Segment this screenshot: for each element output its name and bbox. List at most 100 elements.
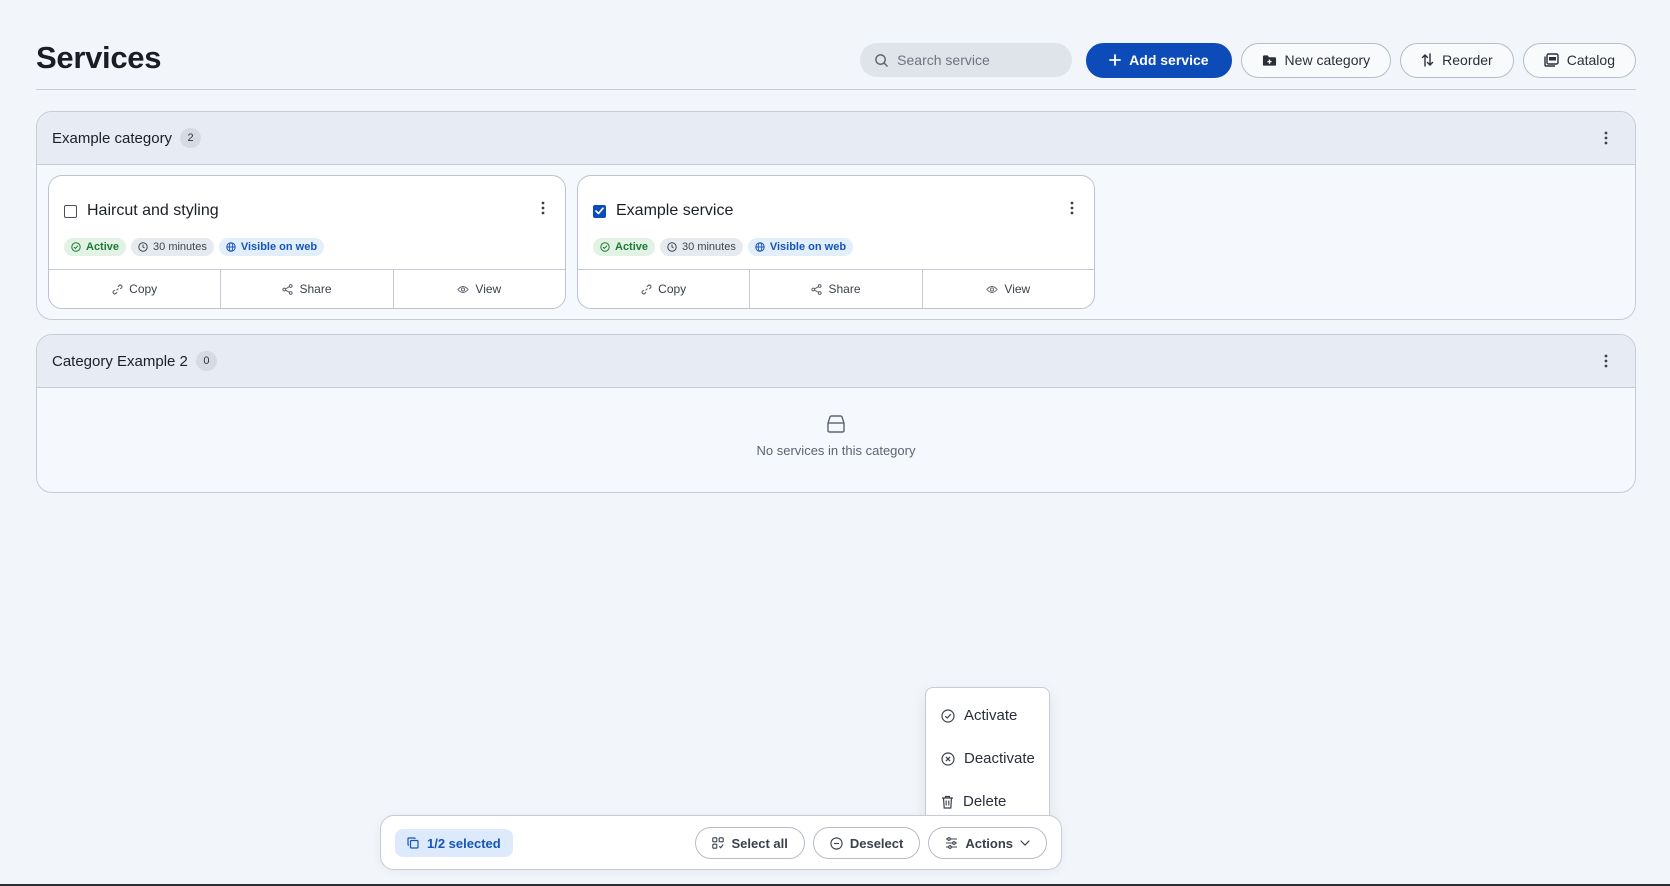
service-card-actions: Copy Share View (49, 269, 565, 308)
status-badge-label: Active (86, 241, 120, 253)
category-header: Example category 2 (37, 112, 1635, 165)
sliders-icon (945, 837, 958, 849)
reorder-button[interactable]: Reorder (1400, 42, 1514, 78)
copy-button[interactable]: Copy (578, 270, 751, 308)
search-icon (874, 53, 889, 68)
service-badges: Active 30 minutes Visible on web (64, 238, 325, 256)
service-checkbox[interactable] (64, 204, 77, 218)
empty-state-text: No services in this category (756, 443, 916, 458)
view-button[interactable]: View (394, 270, 565, 308)
new-category-label: New category (1284, 52, 1371, 68)
category-more-icon[interactable] (1599, 351, 1613, 371)
category-count-badge: 2 (180, 128, 202, 148)
check-circle-icon (71, 242, 81, 252)
menu-item-label: Activate (964, 707, 1018, 724)
select-all-icon (712, 837, 725, 849)
trash-icon (941, 795, 954, 809)
page-header: Services Add service New category Reorde… (36, 0, 1636, 90)
new-category-button[interactable]: New category (1240, 42, 1392, 78)
catalog-button[interactable]: Catalog (1522, 42, 1636, 78)
selection-count-label: 1/2 selected (427, 835, 501, 851)
category-count-badge: 0 (195, 351, 217, 371)
actions-menu: Activate Deactivate Delete (925, 687, 1050, 826)
service-more-icon[interactable] (541, 201, 545, 215)
service-card: Haircut and styling Active 30 minutes Vi… (48, 175, 566, 309)
catalog-pdf-icon (1544, 53, 1559, 67)
category-header: Category Example 2 0 (37, 335, 1635, 388)
link-icon (641, 283, 652, 295)
service-checkbox-checked[interactable] (593, 204, 606, 218)
copy-icon (407, 837, 419, 849)
plus-icon (1109, 54, 1122, 66)
duration-badge: 30 minutes (660, 238, 743, 256)
status-badge: Active (593, 238, 656, 256)
reorder-icon (1421, 53, 1434, 67)
toolbar: Add service New category Reorder Catalog (860, 42, 1636, 78)
check-circle-icon (600, 242, 610, 252)
menu-item-label: Delete (963, 793, 1007, 810)
bulk-buttons: Select all Deselect Actions (695, 827, 1047, 859)
view-label: View (1004, 282, 1031, 296)
link-icon (112, 283, 123, 295)
actions-dropdown-button[interactable]: Actions (928, 827, 1047, 859)
visibility-badge-label: Visible on web (240, 241, 318, 253)
copy-label: Copy (658, 282, 687, 296)
service-title: Example service (616, 202, 734, 219)
status-badge: Active (64, 238, 127, 256)
globe-icon (226, 242, 236, 252)
share-icon (282, 283, 294, 295)
page-title: Services (36, 40, 162, 75)
select-all-label: Select all (731, 835, 788, 851)
menu-item-deactivate[interactable]: Deactivate (926, 737, 1049, 780)
chevron-down-icon (1020, 840, 1030, 846)
service-card-actions: Copy Share View (578, 269, 1094, 308)
menu-item-activate[interactable]: Activate (926, 694, 1049, 737)
eye-icon (986, 285, 999, 294)
share-label: Share (299, 282, 332, 296)
visibility-badge-label: Visible on web (769, 241, 847, 253)
select-all-button[interactable]: Select all (695, 827, 805, 859)
clock-icon (667, 242, 677, 252)
duration-badge: 30 minutes (131, 238, 214, 256)
status-badge-label: Active (615, 241, 649, 253)
bulk-action-bar: 1/2 selected Select all Deselect Actions (380, 815, 1062, 870)
actions-label: Actions (965, 835, 1013, 851)
duration-badge-label: 30 minutes (682, 241, 736, 253)
copy-button[interactable]: Copy (49, 270, 222, 308)
folder-plus-icon (1262, 54, 1277, 67)
service-more-icon[interactable] (1070, 201, 1074, 215)
eye-icon (457, 285, 470, 294)
deselect-button[interactable]: Deselect (812, 827, 921, 859)
service-badges: Active 30 minutes Visible on web (593, 238, 854, 256)
service-card: Example service Active 30 minutes Visibl… (577, 175, 1095, 309)
empty-state: No services in this category (37, 415, 1635, 458)
search-input[interactable] (897, 52, 1058, 68)
category-more-icon[interactable] (1599, 128, 1613, 148)
search-box[interactable] (860, 43, 1073, 77)
clock-icon (138, 242, 148, 252)
service-title: Haircut and styling (87, 202, 219, 219)
selection-count-chip: 1/2 selected (395, 829, 513, 857)
menu-item-label: Deactivate (964, 750, 1035, 767)
visibility-badge: Visible on web (218, 238, 325, 256)
category-panel: Category Example 2 0 No services in this… (36, 334, 1636, 493)
add-service-button[interactable]: Add service (1086, 42, 1232, 78)
share-label: Share (828, 282, 861, 296)
reorder-label: Reorder (1442, 52, 1493, 68)
empty-box-icon (826, 415, 846, 433)
check-circle-icon (941, 708, 955, 723)
view-label: View (475, 282, 502, 296)
share-button[interactable]: Share (221, 270, 394, 308)
duration-badge-label: 30 minutes (153, 241, 207, 253)
globe-icon (755, 242, 765, 252)
share-button[interactable]: Share (750, 270, 923, 308)
deselect-label: Deselect (849, 835, 904, 851)
category-name: Category Example 2 (52, 352, 188, 370)
x-circle-icon (941, 751, 955, 766)
view-button[interactable]: View (923, 270, 1094, 308)
category-panel: Example category 2 Haircut and styling A… (36, 111, 1636, 320)
share-icon (811, 283, 823, 295)
service-card-header: Example service (593, 200, 1074, 222)
category-name: Example category (52, 129, 173, 147)
catalog-label: Catalog (1566, 52, 1615, 68)
